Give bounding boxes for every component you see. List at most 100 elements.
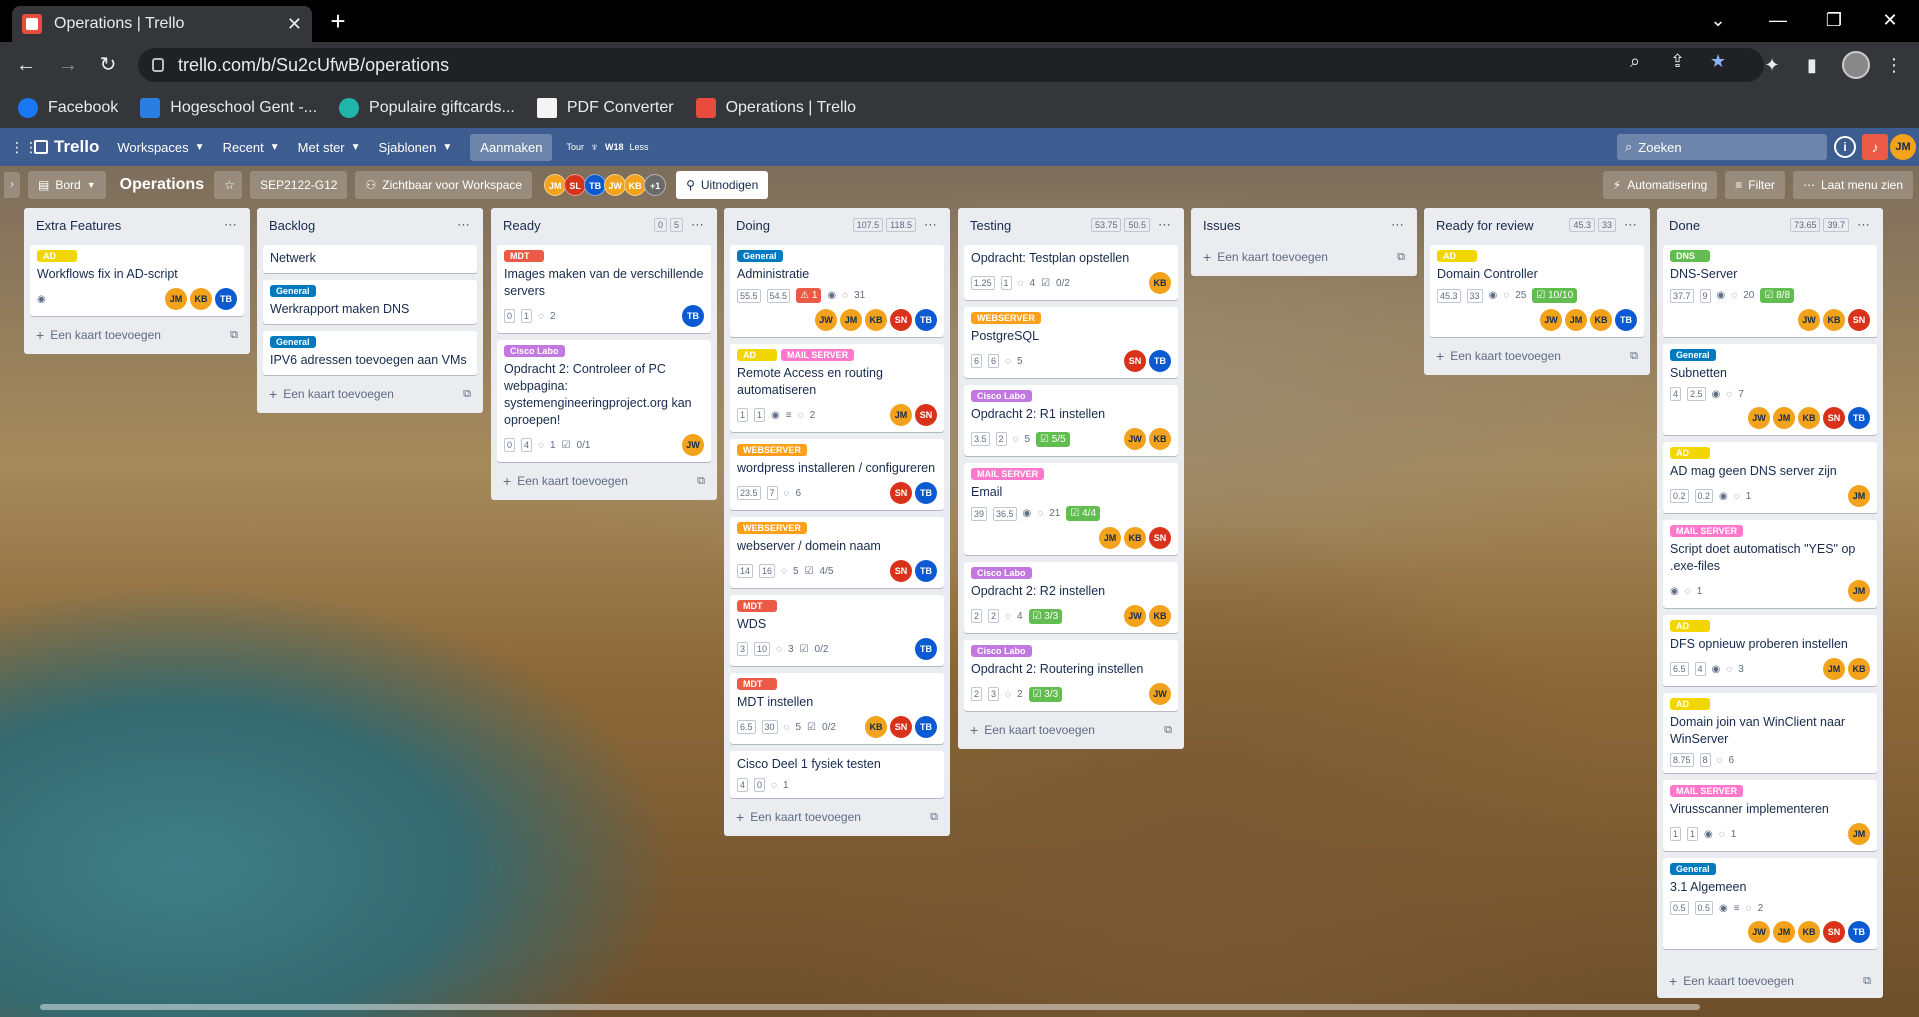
card[interactable]: General Werkrapport maken DNS: [263, 280, 477, 324]
list-menu-icon[interactable]: ⋯: [1624, 217, 1638, 233]
add-card-button[interactable]: + Een kaart toevoegen ⧉: [1430, 343, 1644, 369]
card-label[interactable]: WEBSERVER: [971, 312, 1041, 324]
card[interactable]: Cisco Labo Opdracht 2: Controleer of PC w…: [497, 340, 711, 462]
list-testing[interactable]: Testing 53.75 50.5 ⋯ Opdracht: Testplan opst…: [958, 208, 1184, 749]
card-label[interactable]: Cisco Labo: [971, 645, 1032, 657]
member-avatar[interactable]: SN: [1848, 309, 1870, 331]
member-avatar[interactable]: JM: [1565, 309, 1587, 331]
member-avatar[interactable]: JW: [1798, 309, 1820, 331]
member-avatar[interactable]: TB: [915, 309, 937, 331]
list-title[interactable]: Backlog: [269, 218, 449, 233]
card-label[interactable]: MAIL SERVER: [781, 349, 855, 361]
bookmark-facebook[interactable]: Facebook: [18, 98, 118, 118]
close-window-icon[interactable]: ✕: [1864, 0, 1916, 40]
bookmark-star-icon[interactable]: ★: [1710, 51, 1726, 72]
member-avatar[interactable]: JM: [1848, 823, 1870, 845]
member-avatar[interactable]: JW: [604, 174, 627, 196]
invite-button[interactable]: ⚲ Uitnodigen: [676, 171, 769, 199]
card-label[interactable]: Cisco Labo: [971, 390, 1032, 402]
list-header[interactable]: Ready 0 5 ⋯: [497, 212, 711, 238]
add-card-button[interactable]: + Een kaart toevoegen ⧉: [497, 468, 711, 494]
list-header[interactable]: Issues ⋯: [1197, 212, 1411, 238]
list-title[interactable]: Ready for review: [1436, 218, 1566, 233]
member-avatar[interactable]: JM: [1823, 658, 1845, 680]
card-label[interactable]: General: [270, 336, 316, 348]
member-avatar[interactable]: KB: [1149, 272, 1171, 294]
chrome-menu-icon[interactable]: ⋮: [1880, 51, 1908, 79]
member-avatar[interactable]: JW: [682, 434, 704, 456]
card[interactable]: AD DFS opnieuw proberen instellen 6.5 4 ◉ ◌ 3 J…: [1663, 615, 1877, 686]
board-title[interactable]: Operations: [120, 176, 204, 194]
list-done[interactable]: Done 73.65 39.7 ⋯ DNS DNS-Server 37.7 9 ◉ ◌ 20 ☑ 8/…: [1657, 208, 1883, 998]
member-avatar[interactable]: KB: [624, 174, 647, 196]
member-avatar[interactable]: TB: [915, 482, 937, 504]
member-avatar[interactable]: SN: [1124, 350, 1146, 372]
member-avatar[interactable]: SN: [1823, 407, 1845, 429]
bookmark-hogeschool[interactable]: Hogeschool Gent -...: [140, 98, 317, 118]
zoom-icon[interactable]: ⌕: [1630, 51, 1640, 72]
member-avatar[interactable]: TB: [1149, 350, 1171, 372]
card-template-icon[interactable]: ⧉: [1397, 251, 1405, 264]
card[interactable]: DNS DNS-Server 37.7 9 ◉ ◌ 20 ☑ 8/8 JW KB SN: [1663, 245, 1877, 337]
member-avatar[interactable]: SN: [890, 560, 912, 582]
list-header[interactable]: Extra Features ⋯: [30, 212, 244, 238]
member-avatar[interactable]: TB: [682, 305, 704, 327]
card[interactable]: AD Domain join van WinClient naar WinServ…: [1663, 693, 1877, 773]
automation-button[interactable]: ⚡ Automatisering: [1602, 171, 1718, 199]
card-label[interactable]: AD: [1670, 620, 1710, 632]
list-doing[interactable]: Doing 107.5 118.5 ⋯ General Administratie 55.5…: [724, 208, 950, 836]
list-title[interactable]: Extra Features: [36, 218, 216, 233]
card-label[interactable]: MAIL SERVER: [1670, 525, 1744, 537]
board-view-switcher[interactable]: ▤ Bord ▼: [28, 171, 106, 199]
list-header[interactable]: Doing 107.5 118.5 ⋯: [730, 212, 944, 238]
sidebar-toggle-icon[interactable]: ›: [4, 172, 20, 198]
card[interactable]: Cisco Labo Opdracht 2: R1 instellen 3.5 2 ◌ 5…: [964, 385, 1178, 456]
card-label[interactable]: AD: [1670, 698, 1710, 710]
card[interactable]: WEBSERVER PostgreSQL 6 6 ◌ 5 SN TB: [964, 307, 1178, 378]
list-header[interactable]: Testing 53.75 50.5 ⋯: [964, 212, 1178, 238]
member-avatar[interactable]: TB: [915, 716, 937, 738]
card-label[interactable]: MDT: [504, 250, 544, 262]
card[interactable]: Netwerk: [263, 245, 477, 273]
tab-search-icon[interactable]: ⌄: [1692, 0, 1744, 40]
list-ready-for-review[interactable]: Ready for review 45.3 33 ⋯ AD Domain Controll…: [1424, 208, 1650, 375]
member-avatar[interactable]: SN: [1823, 921, 1845, 943]
card[interactable]: WEBSERVER wordpress installeren / configu…: [730, 439, 944, 510]
list-title[interactable]: Ready: [503, 218, 651, 233]
back-icon[interactable]: ←: [10, 49, 42, 81]
list-menu-icon[interactable]: ⋯: [1857, 217, 1871, 233]
member-avatar[interactable]: JM: [544, 174, 567, 196]
card[interactable]: Opdracht: Testplan opstellen 1.25 1 ◌ 4 ☑ 0/2 K…: [964, 245, 1178, 300]
member-avatar[interactable]: KB: [1149, 605, 1171, 627]
member-avatar[interactable]: KB: [1798, 921, 1820, 943]
card[interactable]: MDT Images maken van de verschillende ser…: [497, 245, 711, 333]
list-menu-icon[interactable]: ⋯: [691, 217, 705, 233]
card-label[interactable]: AD: [1670, 447, 1710, 459]
minimize-icon[interactable]: —: [1752, 0, 1804, 40]
extensions-icon[interactable]: ✦: [1758, 51, 1786, 79]
add-card-button[interactable]: + Een kaart toevoegen ⧉: [1197, 244, 1411, 270]
member-avatar[interactable]: JM: [165, 288, 187, 310]
menu-templates[interactable]: Sjablonen ▼: [379, 140, 453, 155]
address-bar[interactable]: trello.com/b/Su2cUfwB/operations: [138, 48, 1764, 82]
member-avatar[interactable]: KB: [1823, 309, 1845, 331]
card-template-icon[interactable]: ⧉: [930, 811, 938, 824]
card-label[interactable]: MAIL SERVER: [971, 468, 1045, 480]
list-menu-icon[interactable]: ⋯: [924, 217, 938, 233]
member-avatar[interactable]: KB: [865, 716, 887, 738]
menu-workspaces[interactable]: Workspaces ▼: [117, 140, 204, 155]
restore-icon[interactable]: ❐: [1808, 0, 1860, 40]
workspace-tag[interactable]: SEP2122-G12: [250, 171, 348, 199]
member-avatar[interactable]: KB: [1590, 309, 1612, 331]
card[interactable]: AD AD mag geen DNS server zijn 0.2 0.2 ◉ ◌ 1 JM: [1663, 442, 1877, 513]
list-header[interactable]: Backlog ⋯: [263, 212, 477, 238]
card[interactable]: MDT MDT instellen 6.5 30 ◌ 5 ☑ 0/2 KB SN TB: [730, 673, 944, 744]
add-card-button[interactable]: + Een kaart toevoegen ⧉: [1663, 968, 1877, 994]
star-icon[interactable]: ☆: [214, 171, 243, 199]
list-menu-icon[interactable]: ⋯: [224, 217, 238, 233]
member-avatar[interactable]: SN: [890, 482, 912, 504]
visibility-button[interactable]: ⚇ Zichtbaar voor Workspace: [355, 171, 533, 199]
forward-icon[interactable]: →: [52, 49, 84, 81]
bookmark-pdf-converter[interactable]: PDF Converter: [536, 98, 674, 118]
add-card-button[interactable]: + Een kaart toevoegen ⧉: [964, 717, 1178, 743]
